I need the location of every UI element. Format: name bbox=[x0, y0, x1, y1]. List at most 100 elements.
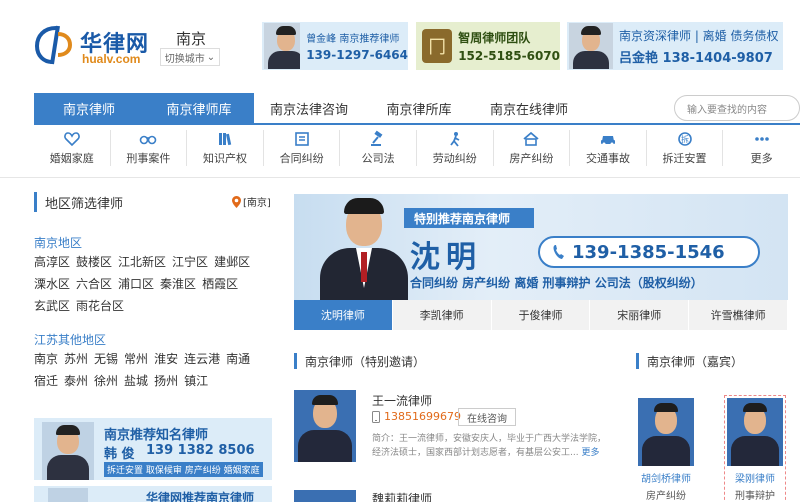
category-label: 房产纠纷 bbox=[509, 152, 554, 165]
lawyer-tab[interactable]: 沈明律师 bbox=[294, 300, 393, 330]
promo-tags: 拆迁安置 取保候审 房产纠纷 婚姻家庭 bbox=[104, 462, 263, 477]
lawyer-tab[interactable]: 宋丽律师 bbox=[590, 300, 690, 330]
lawyer-intro-text: 简介：王一流律师，安徽安庆人，毕业于广西大学法学院，经济法硕士，国家西部计划志愿… bbox=[372, 434, 607, 458]
category-traffic[interactable]: 交通事故 bbox=[570, 130, 647, 166]
promo-lawyer-name: 韩 俊 bbox=[104, 447, 135, 462]
category-marriage[interactable]: 婚姻家庭 bbox=[34, 130, 111, 166]
region-link[interactable]: 泰州 bbox=[64, 370, 88, 392]
divider bbox=[0, 177, 800, 178]
region-link[interactable]: 雨花台区 bbox=[76, 295, 124, 317]
site-logo[interactable]: 华律网 hualv.com bbox=[34, 22, 154, 68]
region-link[interactable]: 常州 bbox=[124, 348, 148, 370]
nav-item-lawyer-library[interactable]: 南京律师库 bbox=[144, 93, 254, 123]
ad-line-2: 152-5185-6070 bbox=[458, 49, 560, 63]
category-contract[interactable]: 合同纠纷 bbox=[264, 130, 341, 166]
region-link[interactable]: 南通 bbox=[226, 348, 250, 370]
current-region[interactable]: [南京] bbox=[232, 194, 271, 209]
category-company[interactable]: 公司法 bbox=[340, 130, 417, 166]
category-labor[interactable]: 劳动纠纷 bbox=[417, 130, 494, 166]
guest-lawyer-card[interactable]: 胡剑桥律师 房产纠纷 bbox=[636, 398, 696, 502]
lawyer-photo bbox=[264, 23, 301, 69]
category-label: 知识产权 bbox=[202, 152, 247, 165]
lawyer-photo[interactable] bbox=[294, 490, 356, 502]
guest-lawyer-specialty: 刑事辩护 bbox=[735, 491, 775, 502]
lawyer-card: 魏莉莉律师 bbox=[294, 490, 614, 502]
lawyer-tab[interactable]: 李凯律师 bbox=[393, 300, 492, 330]
more-link[interactable]: 更多 bbox=[581, 448, 599, 458]
logo-mark-icon bbox=[34, 25, 73, 65]
region-link[interactable]: 南京 bbox=[34, 348, 58, 370]
region-link[interactable]: 苏州 bbox=[64, 348, 88, 370]
guest-lawyer-name[interactable]: 胡剑桥律师 bbox=[636, 470, 696, 485]
region-link[interactable]: 六合区 bbox=[76, 273, 112, 295]
region-link[interactable]: 镇江 bbox=[184, 370, 208, 392]
region-link[interactable]: 秦淮区 bbox=[160, 273, 196, 295]
search-input[interactable]: 输入要查找的内容 bbox=[674, 95, 800, 121]
region-head-nanjing[interactable]: 南京地区 bbox=[34, 234, 82, 251]
guest-lawyer-card[interactable]: 梁刚律师 刑事辩护 bbox=[724, 395, 786, 502]
region-link[interactable]: 宿迁 bbox=[34, 370, 58, 392]
svg-text:拆: 拆 bbox=[681, 134, 689, 144]
recommended-lawyer-ad[interactable]: 南京推荐知名律师 韩 俊 139 1382 8506 拆迁安置 取保候审 房产纠… bbox=[34, 418, 272, 480]
region-link[interactable]: 江宁区 bbox=[172, 251, 208, 273]
recommended-lawyer-ad-2[interactable]: 华律网推荐南京律师 bbox=[34, 486, 272, 502]
category-label: 婚姻家庭 bbox=[49, 152, 94, 165]
category-more[interactable]: 更多 bbox=[723, 130, 800, 166]
region-link[interactable]: 盐城 bbox=[124, 370, 148, 392]
nav-item-lawyers[interactable]: 南京律师 bbox=[34, 93, 144, 123]
ad-line-2: 吕金艳 138-1404-9807 bbox=[619, 50, 773, 66]
ad-line-1: 智周律师团队 bbox=[458, 31, 531, 45]
guest-lawyer-specialty: 房产纠纷 bbox=[646, 491, 686, 502]
ad-line-1: 曾金峰 南京推荐律师 bbox=[306, 34, 400, 45]
category-ip[interactable]: 知识产权 bbox=[187, 130, 264, 166]
region-link[interactable]: 江北新区 bbox=[118, 251, 166, 273]
category-demolition[interactable]: 拆 拆迁安置 bbox=[647, 130, 724, 166]
switch-city-button[interactable]: 切换城市 ⌄ bbox=[160, 48, 220, 66]
region-row-jiangsu-1: 南京 苏州 无锡 常州 淮安 连云港 南通 bbox=[34, 348, 274, 370]
lawyer-photo[interactable] bbox=[294, 390, 356, 462]
nav-item-consult[interactable]: 南京法律咨询 bbox=[254, 93, 364, 123]
lawyer-name[interactable]: 王一流律师 bbox=[372, 392, 432, 409]
banner-lawyer-name: 沈明 bbox=[410, 240, 482, 275]
region-link[interactable]: 栖霞区 bbox=[202, 273, 238, 295]
online-consult-button[interactable]: 在线咨询 bbox=[458, 408, 516, 426]
ad-banner-3[interactable]: 南京资深律师 | 离婚 债务债权 吕金艳 138-1404-9807 bbox=[567, 22, 783, 70]
worker-icon bbox=[450, 132, 460, 147]
ad-line-2: 139-1297-6464 bbox=[306, 48, 408, 62]
banner-practice-areas: 合同纠纷 房产纠纷 离婚 刑事辩护 公司法（股权纠纷） bbox=[410, 276, 703, 290]
house-icon bbox=[523, 131, 539, 146]
region-link[interactable]: 连云港 bbox=[184, 348, 220, 370]
team-badge-icon: 冂 bbox=[422, 29, 453, 63]
region-link[interactable]: 浦口区 bbox=[118, 273, 154, 295]
nav-item-firms[interactable]: 南京律所库 bbox=[364, 93, 474, 123]
lawyer-card: 王一流律师 13851699679 在线咨询 简介：王一流律师，安徽安庆人，毕业… bbox=[294, 390, 614, 462]
lawyer-phone-number: 13851699679 bbox=[384, 410, 461, 423]
lawyer-name[interactable]: 魏莉莉律师 bbox=[372, 490, 432, 502]
region-link[interactable]: 玄武区 bbox=[34, 295, 70, 317]
region-link[interactable]: 溧水区 bbox=[34, 273, 70, 295]
featured-lawyer-banner[interactable]: 特别推荐南京律师 沈明 139-1385-1546 合同纠纷 房产纠纷 离婚 刑… bbox=[294, 194, 788, 300]
ad-banner-2[interactable]: 冂 智周律师团队 152-5185-6070 bbox=[416, 22, 560, 70]
invited-section-title: 南京律师（特别邀请） bbox=[294, 353, 425, 369]
lawyer-photo bbox=[42, 422, 94, 480]
nav-item-online[interactable]: 南京在线律师 bbox=[474, 93, 584, 123]
region-link[interactable]: 建邺区 bbox=[214, 251, 250, 273]
demolition-icon: 拆 bbox=[677, 132, 692, 146]
region-link[interactable]: 扬州 bbox=[154, 370, 178, 392]
category-property[interactable]: 房产纠纷 bbox=[494, 130, 571, 166]
handcuffs-icon bbox=[140, 135, 157, 145]
region-head-jiangsu[interactable]: 江苏其他地区 bbox=[34, 331, 106, 348]
region-link[interactable]: 淮安 bbox=[154, 348, 178, 370]
main-nav: 南京律师 南京律师库 南京法律咨询 南京律所库 南京在线律师 输入要查找的内容 bbox=[34, 93, 800, 125]
lawyer-tab[interactable]: 许雪樵律师 bbox=[689, 300, 788, 330]
region-link[interactable]: 高淳区 bbox=[34, 251, 70, 273]
region-link[interactable]: 无锡 bbox=[94, 348, 118, 370]
lawyer-photo bbox=[569, 23, 613, 69]
region-link[interactable]: 徐州 bbox=[94, 370, 118, 392]
banner-phone-number: 139-1385-1546 bbox=[572, 241, 725, 263]
region-link[interactable]: 鼓楼区 bbox=[76, 251, 112, 273]
category-criminal[interactable]: 刑事案件 bbox=[111, 130, 188, 166]
ad-banner-1[interactable]: 曾金峰 南京推荐律师 139-1297-6464 bbox=[262, 22, 408, 70]
guest-lawyer-name[interactable]: 梁刚律师 bbox=[727, 470, 783, 485]
lawyer-tab[interactable]: 于俊律师 bbox=[492, 300, 591, 330]
